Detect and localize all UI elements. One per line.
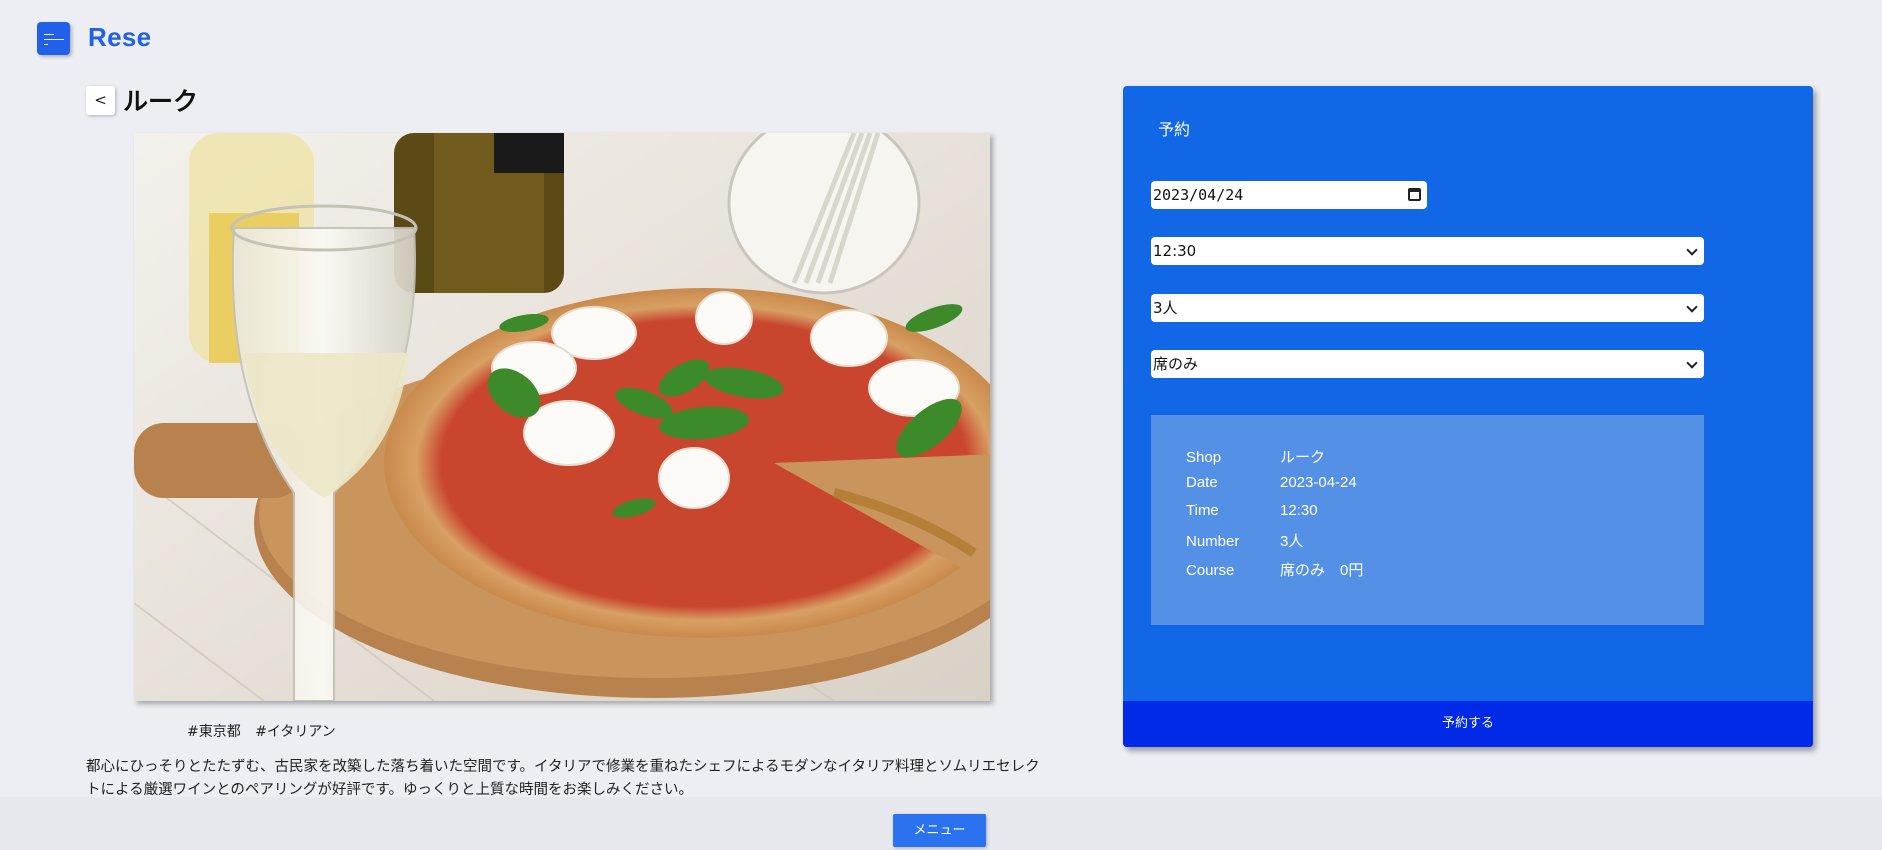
time-select[interactable]: 12:30 xyxy=(1151,237,1704,265)
footer: メニュー xyxy=(0,797,1882,850)
summary-date-label: Date xyxy=(1186,474,1218,491)
summary-time-value: 12:30 xyxy=(1280,502,1318,519)
shop-tags: #東京都 #イタリアン xyxy=(187,721,346,741)
summary-shop-label: Shop xyxy=(1186,449,1222,466)
shop-description: 都心にひっそりとたたずむ、古民家を改築した落ち着いた空間です。イタリアで修業を重… xyxy=(86,759,1040,798)
pizza-photo xyxy=(134,133,990,701)
summary-number-row: Number 3人 xyxy=(1186,530,1303,551)
time-select-value: 12:30 xyxy=(1153,242,1197,260)
back-button[interactable]: < xyxy=(86,86,115,115)
number-select-value: 3人 xyxy=(1153,299,1178,317)
shop-name: ルーク xyxy=(123,87,199,116)
number-select[interactable]: 3人 xyxy=(1151,294,1704,322)
chevron-down-icon xyxy=(1686,244,1698,256)
reservation-panel: 予約 2023/04/24 12:30 3人 席のみ Shop ルーク Date 2… xyxy=(1123,86,1813,747)
menu-button[interactable]: メニュー xyxy=(893,814,986,847)
calendar-icon[interactable] xyxy=(1408,188,1421,201)
summary-number-value: 3人 xyxy=(1280,533,1304,550)
date-input-value: 2023/04/24 xyxy=(1153,186,1244,204)
reserve-button[interactable]: 予約する xyxy=(1123,701,1813,747)
summary-time-label: Time xyxy=(1186,502,1219,519)
summary-date-row: Date 2023-04-24 xyxy=(1186,474,1357,491)
tag-genre: #イタリアン xyxy=(255,724,336,740)
summary-date-value: 2023-04-24 xyxy=(1280,474,1357,491)
course-select-value: 席のみ xyxy=(1153,355,1199,373)
course-select[interactable]: 席のみ xyxy=(1151,350,1704,378)
summary-shop-value: ルーク xyxy=(1280,449,1326,466)
summary-shop-row: Shop ルーク xyxy=(1186,446,1325,467)
hamburger-menu-icon[interactable] xyxy=(37,22,70,55)
app-logo[interactable]: Rese xyxy=(88,22,151,53)
summary-course-value: 席のみ 0円 xyxy=(1280,562,1364,579)
reservation-title: 予約 xyxy=(1158,120,1191,139)
chevron-down-icon xyxy=(1686,301,1698,313)
tag-area: #東京都 xyxy=(187,724,241,740)
summary-course-row: Course 席のみ 0円 xyxy=(1186,559,1363,580)
chevron-down-icon xyxy=(1686,357,1698,369)
summary-course-label: Course xyxy=(1186,562,1235,579)
summary-number-label: Number xyxy=(1186,533,1240,550)
reservation-summary: Shop ルーク Date 2023-04-24 Time 12:30 Number 3… xyxy=(1151,415,1704,625)
date-input[interactable]: 2023/04/24 xyxy=(1151,181,1427,209)
summary-time-row: Time 12:30 xyxy=(1186,502,1318,519)
shop-image xyxy=(134,133,990,701)
